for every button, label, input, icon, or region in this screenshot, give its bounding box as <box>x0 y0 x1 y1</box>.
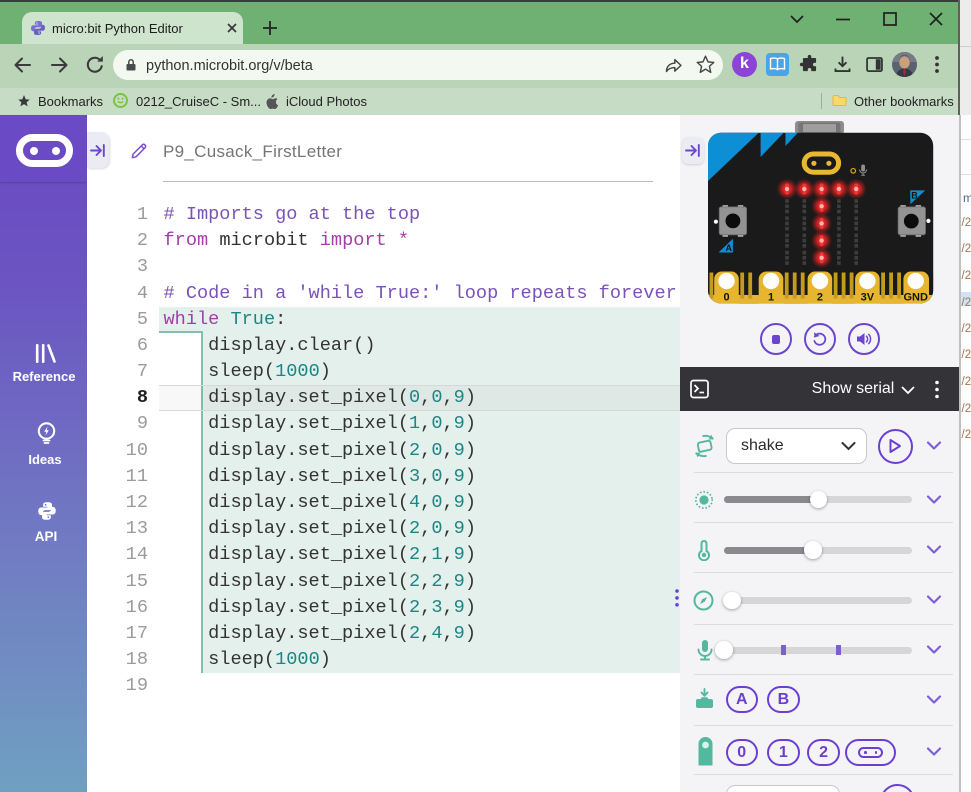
svg-text:GND: GND <box>903 292 928 304</box>
svg-text:2: 2 <box>817 292 823 304</box>
svg-text:A: A <box>725 243 732 253</box>
svg-text:0: 0 <box>723 292 729 304</box>
svg-text:B: B <box>911 191 918 201</box>
svg-text:1: 1 <box>768 292 774 304</box>
svg-text:3V: 3V <box>861 292 875 304</box>
